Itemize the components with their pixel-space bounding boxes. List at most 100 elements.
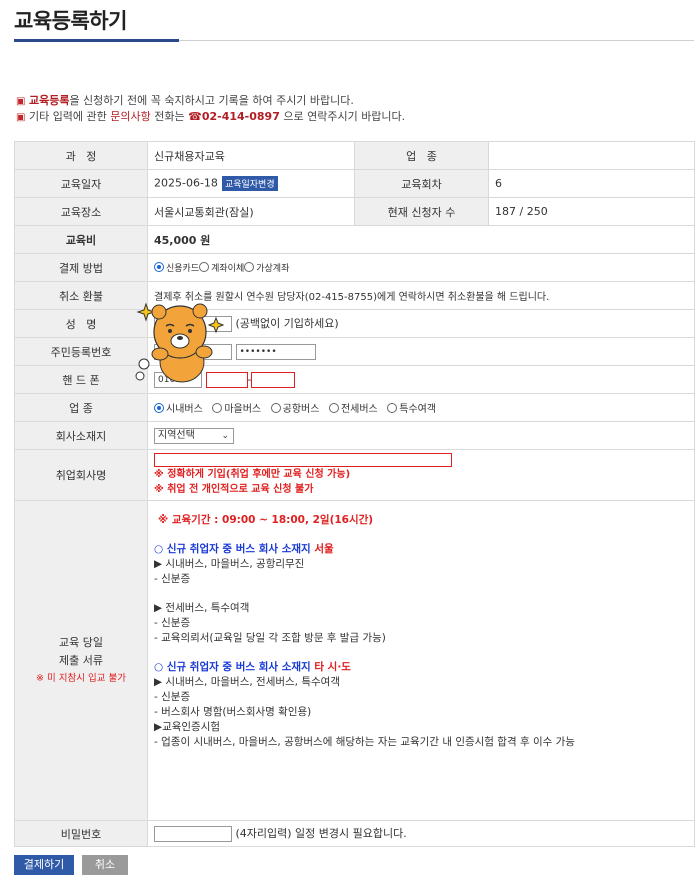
change-date-button[interactable]: 교육일자변경 xyxy=(221,176,278,191)
company-input[interactable] xyxy=(154,453,452,467)
payment-option-card[interactable]: 신용카드 xyxy=(154,261,199,274)
notice-box: ▣ 교육등록을 신청하기 전에 꼭 숙지하시고 기록을 하여 주시기 바랍니다.… xyxy=(16,93,405,125)
place-label: 교육장소 xyxy=(14,197,148,226)
course-label: 과 정 xyxy=(14,141,148,170)
fee-label: 교육비 xyxy=(14,225,148,254)
company-label: 취업회사명 xyxy=(14,449,148,501)
radio[interactable] xyxy=(270,403,281,413)
industry-option-village-bus[interactable]: 마을버스 xyxy=(212,400,261,415)
rrn-back-input[interactable]: ••••••• xyxy=(235,343,316,360)
notice-text: 기타 입력에 관한 xyxy=(28,110,111,123)
form-row-industry: 업 종 시내버스 마을버스 공항버스 전세버스 특수여객 xyxy=(14,393,695,422)
option-label: 전세버스 xyxy=(340,404,378,415)
industry-label: 업 종 xyxy=(14,393,148,422)
company-note-1: ※ 정확하게 기입(취업 후에만 교육 신청 가능) xyxy=(154,469,351,480)
rrn-cell: ••••••• xyxy=(147,337,695,366)
form-row-payment: 결제 방법 신용카드 계좌이체 가상계좌 xyxy=(14,253,695,282)
name-input[interactable] xyxy=(154,316,232,332)
docs-line: ▶교육인증시험 xyxy=(154,721,221,733)
password-cell: (4자리입력) 일정 변경시 필요합니다. xyxy=(147,820,695,847)
option-label: 특수여객 xyxy=(399,404,437,415)
industry-option-special[interactable]: 특수여객 xyxy=(387,400,436,415)
password-input[interactable] xyxy=(154,826,232,842)
registration-form: 과 정 신규채용자교육 업 종 교육일자 2025-06-18 교육일자변경 교육… xyxy=(14,141,695,847)
radio[interactable] xyxy=(212,403,223,413)
region-select[interactable]: 지역선택 ⌄ xyxy=(154,427,234,444)
radio[interactable] xyxy=(328,403,339,413)
name-cell: (공백없이 기입하세요) xyxy=(147,309,695,338)
pay-button[interactable]: 결제하기 xyxy=(14,855,74,875)
docs-line: - 버스회사 명함(버스회사명 확인용) xyxy=(154,706,312,718)
notice-phone: ☎02-414-0897 xyxy=(188,110,280,123)
chevron-down-icon: ⌄ xyxy=(221,430,229,441)
name-label: 성 명 xyxy=(14,309,148,338)
notice-highlight: 교육등록 xyxy=(28,94,70,107)
industry-top-label: 업 종 xyxy=(354,141,489,170)
date-cell: 2025-06-18 교육일자변경 xyxy=(147,169,355,198)
docs-line: - 신분증 xyxy=(154,573,191,585)
form-row-phone: 핸 드 폰 010 - xyxy=(14,365,695,394)
docs-label-1: 교육 당일 xyxy=(59,635,103,649)
docs-line: ▶ 전세버스, 특수여객 xyxy=(154,602,250,614)
docs-line: - 업종이 시내버스, 마을버스, 공항버스에 해당하는 자는 교육기간 내 인… xyxy=(154,736,575,748)
notice-text: 으로 연락주시기 바랍니다. xyxy=(279,110,406,123)
form-row-refund: 취소 환불 결제후 취소를 원할시 연수원 담당자(02-415-8755)에게… xyxy=(14,281,695,310)
phone-cell: 010 - xyxy=(147,365,695,394)
phone-label: 핸 드 폰 xyxy=(14,365,148,394)
applicants-value: 187 / 250 xyxy=(488,197,695,226)
industry-option-charter-bus[interactable]: 전세버스 xyxy=(328,400,378,415)
docs-line: ▶ 시내버스, 마을버스, 전세버스, 특수여객 xyxy=(154,676,340,688)
phone-middle-input[interactable] xyxy=(205,371,248,388)
session-value: 6 xyxy=(488,169,695,198)
industry-option-airport-bus[interactable]: 공항버스 xyxy=(270,400,320,415)
docs-content: ※ 교육기간 : 09:00 ~ 18:00, 2일(16시간) ○ 신규 취업… xyxy=(147,500,695,821)
form-row-name: 성 명 (공백없이 기입하세요) xyxy=(14,309,695,338)
docs-warning: ※ 미 지참시 입교 불가 xyxy=(36,672,126,684)
industry-top-value xyxy=(488,141,695,170)
name-hint: (공백없이 기입하세요) xyxy=(235,317,339,330)
option-label: 공항버스 xyxy=(282,404,320,415)
date-label: 교육일자 xyxy=(14,169,148,198)
region-cell: 지역선택 ⌄ xyxy=(147,421,695,450)
notice-line-2: ▣ 기타 입력에 관한 문의사항 전화는 ☎02-414-0897 으로 연락주… xyxy=(16,109,405,125)
password-label: 비밀번호 xyxy=(14,820,148,847)
form-row-company: 취업회사명 ※ 정확하게 기입(취업 후에만 교육 신청 가능) ※ 취업 전 … xyxy=(14,449,695,501)
cancel-button[interactable]: 취소 xyxy=(82,855,128,875)
form-row-course: 과 정 신규채용자교육 업 종 xyxy=(14,141,695,170)
refund-text: 결제후 취소를 원할시 연수원 담당자(02-415-8755)에게 연락하시면… xyxy=(147,281,695,310)
phone-prefix-select[interactable]: 010 xyxy=(154,371,202,388)
fee-value: 45,000 원 xyxy=(147,225,695,254)
radio-selected[interactable] xyxy=(154,262,164,272)
company-cell: ※ 정확하게 기입(취업 후에만 교육 신청 가능) ※ 취업 전 개인적으로 … xyxy=(147,449,695,501)
radio[interactable] xyxy=(199,262,210,272)
industry-option-city-bus[interactable]: 시내버스 xyxy=(154,400,203,415)
payment-option-transfer[interactable]: 계좌이체 xyxy=(199,261,244,274)
radio-selected[interactable] xyxy=(154,403,164,413)
bullet-square-icon: ▣ xyxy=(16,96,26,107)
notice-text: 전화는 xyxy=(150,110,189,123)
notice-line-1: ▣ 교육등록을 신청하기 전에 꼭 숙지하시고 기록을 하여 주시기 바랍니다. xyxy=(16,93,405,109)
phone-last-input[interactable] xyxy=(251,371,296,388)
docs-period: ※ 교육기간 : 09:00 ~ 18:00, 2일(16시간) xyxy=(158,514,374,526)
payment-option-virtual[interactable]: 가상계좌 xyxy=(244,261,289,274)
bullet-square-icon: ▣ xyxy=(16,112,26,123)
docs-line: - 교육의뢰서(교육일 당일 각 조합 방문 후 발급 가능) xyxy=(154,632,386,644)
form-row-rrn: 주민등록번호 ••••••• xyxy=(14,337,695,366)
industry-options: 시내버스 마을버스 공항버스 전세버스 특수여객 xyxy=(147,393,695,422)
docs-other-heading: ○ 신규 취업자 중 버스 회사 소재지 타 시·도 xyxy=(154,660,688,675)
title-accent-bar xyxy=(14,39,179,42)
option-label: 신용카드 xyxy=(166,264,200,274)
page-title: 교육등록하기 xyxy=(14,9,127,33)
payment-label: 결제 방법 xyxy=(14,253,148,282)
docs-seoul-heading: ○ 신규 취업자 중 버스 회사 소재지 서울 xyxy=(154,542,688,557)
form-row-region: 회사소재지 지역선택 ⌄ xyxy=(14,421,695,450)
notice-highlight: 문의사항 xyxy=(110,110,151,123)
docs-heading-text: ○ 신규 취업자 중 버스 회사 소재지 xyxy=(154,661,315,673)
radio[interactable] xyxy=(244,262,255,272)
option-label: 가상계좌 xyxy=(256,264,290,274)
docs-line: - 신분증 xyxy=(154,691,191,703)
applicants-label: 현재 신청자 수 xyxy=(354,197,489,226)
course-value: 신규채용자교육 xyxy=(147,141,355,170)
rrn-front-input[interactable] xyxy=(154,343,232,360)
radio[interactable] xyxy=(387,403,398,413)
